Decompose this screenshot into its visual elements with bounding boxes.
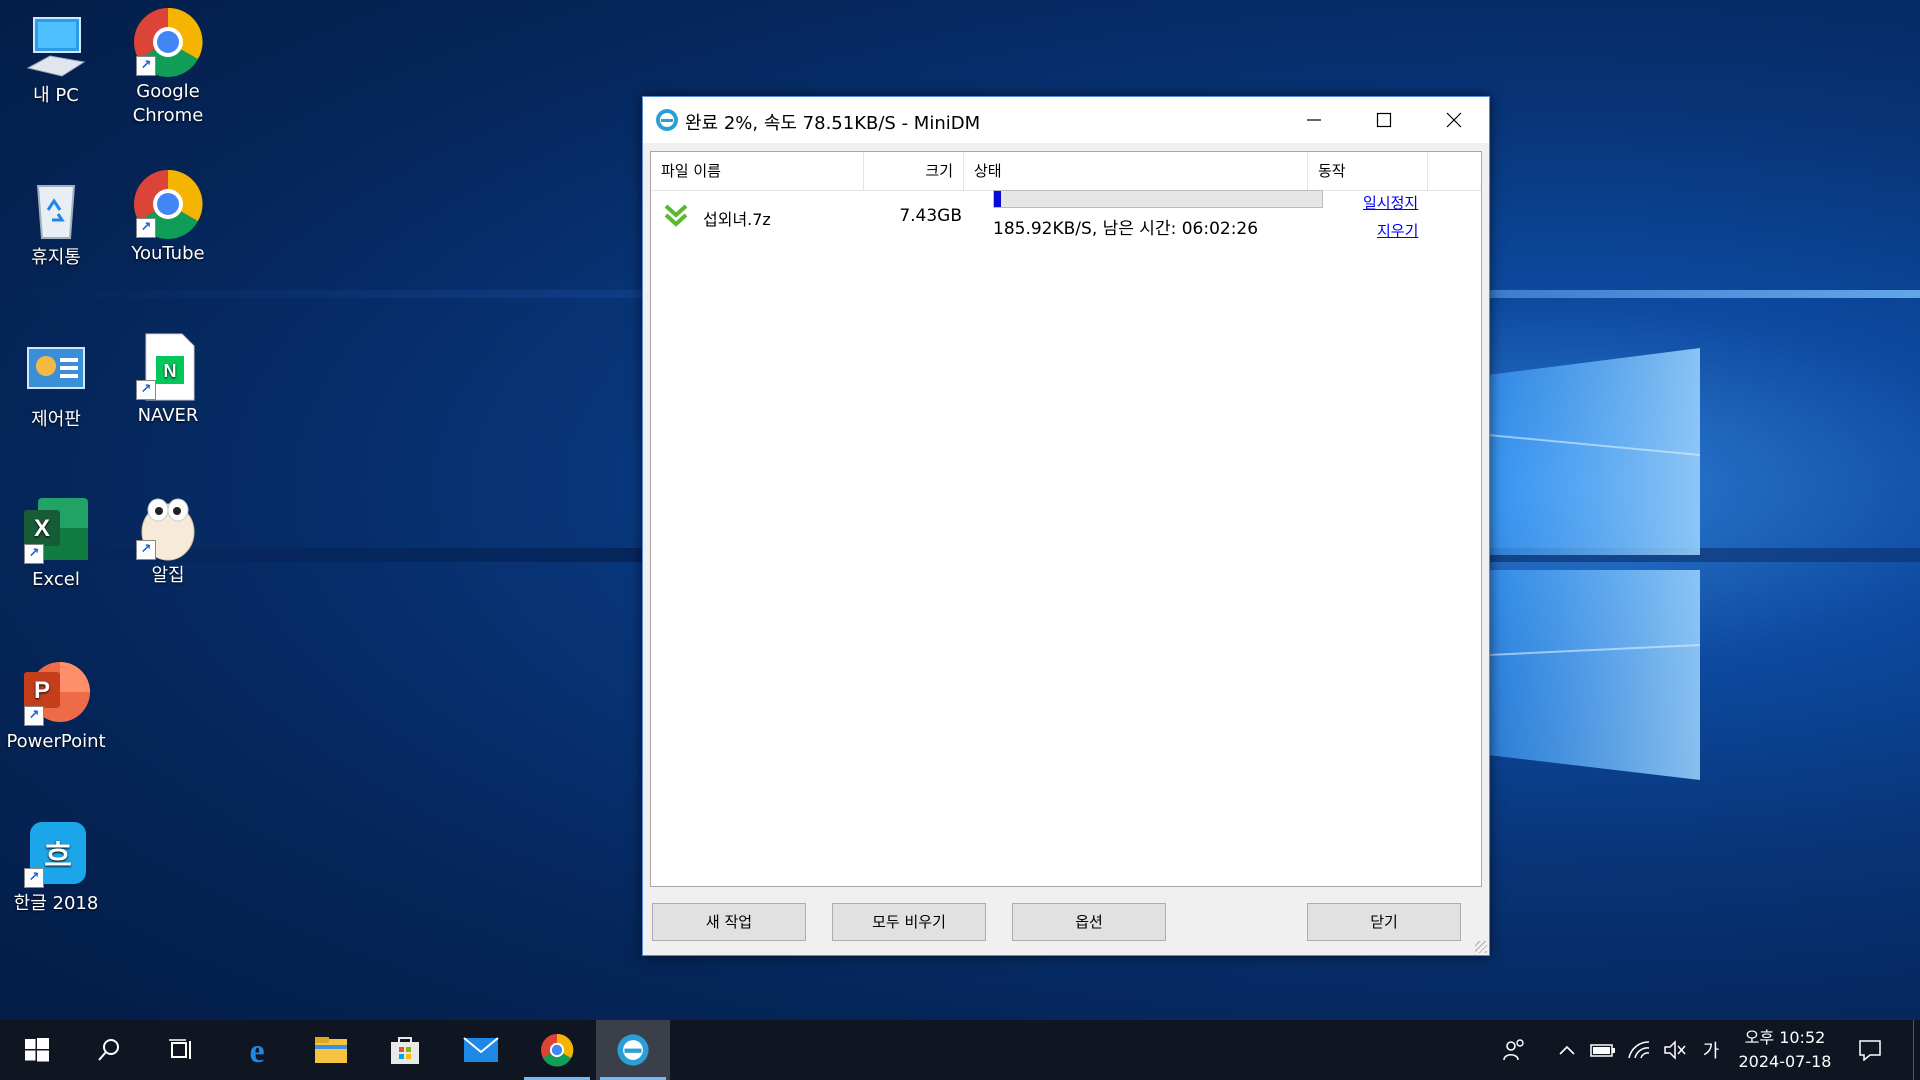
taskbar: e 가 오후 10:52 2024-07-18	[0, 1020, 1920, 1080]
excel-icon: X ↗	[20, 494, 92, 566]
svg-text:e: e	[249, 1033, 264, 1067]
maximize-button[interactable]	[1349, 97, 1419, 143]
shortcut-arrow-icon: ↗	[24, 706, 44, 726]
close-window-button[interactable]	[1419, 97, 1489, 143]
minidm-window[interactable]: 완료 2%, 속도 78.51KB/S - MiniDM 파일 이름 크기 상태…	[642, 96, 1490, 956]
chrome-icon: ↗	[132, 168, 204, 240]
volume-muted-icon	[1664, 1040, 1686, 1060]
shortcut-arrow-icon: ↗	[136, 56, 156, 76]
shortcut-arrow-icon: ↗	[136, 380, 156, 400]
volume-button[interactable]	[1658, 1020, 1692, 1080]
clock[interactable]: 오후 10:52 2024-07-18	[1730, 1026, 1840, 1074]
search-icon	[98, 1039, 119, 1061]
file-name: 섭외녀.7z	[703, 210, 771, 229]
chevron-up-icon	[1559, 1045, 1575, 1055]
battery-icon	[1590, 1044, 1615, 1057]
chrome-icon	[540, 1033, 574, 1067]
title-bar[interactable]: 완료 2%, 속도 78.51KB/S - MiniDM	[643, 97, 1489, 143]
taskbar-store[interactable]	[368, 1020, 442, 1080]
battery-button[interactable]	[1586, 1020, 1620, 1080]
download-progress-bar	[993, 190, 1323, 208]
column-header-filename[interactable]: 파일 이름	[651, 152, 864, 190]
control-panel-icon	[20, 334, 92, 406]
file-size: 7.43GB	[899, 206, 962, 226]
delete-link[interactable]: 지우기	[1377, 220, 1418, 241]
hangul-icon: 흐 ↗	[20, 818, 92, 890]
maximize-icon	[1376, 112, 1392, 128]
close-button[interactable]: 닫기	[1307, 903, 1461, 941]
minimize-button[interactable]	[1279, 97, 1349, 143]
clock-date: 2024-07-18	[1738, 1052, 1832, 1071]
folder-icon	[315, 1037, 347, 1063]
start-button[interactable]	[0, 1020, 74, 1080]
windows-start-icon	[25, 1038, 49, 1062]
desktop-icon-recycle-bin[interactable]: 휴지통	[2, 172, 110, 270]
progress-fill	[994, 191, 1001, 207]
pause-link[interactable]: 일시정지	[1363, 192, 1418, 213]
alzip-mascot-icon: ↗	[132, 490, 204, 562]
edge-icon: e	[249, 1033, 264, 1067]
desktop-icon-powerpoint[interactable]: P ↗ PowerPoint	[2, 656, 110, 754]
task-view-icon	[169, 1039, 191, 1059]
desktop-icon-control-panel[interactable]: 제어판	[2, 334, 110, 432]
shortcut-arrow-icon: ↗	[24, 868, 44, 888]
desktop-icon-youtube[interactable]: ↗ YouTube	[114, 168, 222, 266]
recycle-bin-icon	[20, 172, 92, 244]
desktop-icon-google-chrome[interactable]: ↗ Google Chrome	[114, 6, 222, 128]
mail-icon	[463, 1037, 499, 1062]
shortcut-arrow-icon: ↗	[136, 218, 156, 238]
ime-indicator[interactable]: 가	[1694, 1020, 1728, 1080]
wifi-icon	[1628, 1041, 1650, 1059]
taskbar-chrome[interactable]	[520, 1020, 594, 1080]
computer-icon	[20, 10, 92, 82]
taskbar-minidm[interactable]	[596, 1020, 670, 1080]
naver-icon: N ↗	[132, 330, 204, 402]
desktop-icon-excel[interactable]: X ↗ Excel	[2, 494, 110, 592]
column-header-size[interactable]: 크기	[864, 152, 964, 190]
desktop-icon-my-pc[interactable]: 내 PC	[2, 10, 110, 108]
list-item[interactable]: 섭외녀.7z 7.43GB 185.92KB/S, 남은 시간: 06:02:2…	[651, 190, 1481, 262]
network-button[interactable]	[1622, 1020, 1656, 1080]
taskbar-file-explorer[interactable]	[294, 1020, 368, 1080]
download-list[interactable]: 파일 이름 크기 상태 동작 섭외녀.7z 7.43GB 185.92KB/S,…	[650, 151, 1482, 887]
notification-icon	[1859, 1040, 1881, 1061]
people-icon	[1503, 1039, 1524, 1061]
task-view-button[interactable]	[144, 1020, 218, 1080]
show-hidden-icons-button[interactable]	[1550, 1020, 1584, 1080]
svg-text:X: X	[34, 515, 50, 542]
download-arrow-icon	[663, 202, 689, 233]
download-status-text: 185.92KB/S, 남은 시간: 06:02:26	[993, 219, 1259, 239]
desktop-icon-hangul-2018[interactable]: 흐 ↗ 한글 2018	[2, 818, 110, 916]
search-button[interactable]	[72, 1020, 146, 1080]
window-title: 완료 2%, 속도 78.51KB/S - MiniDM	[685, 113, 981, 134]
resize-grip[interactable]	[1475, 941, 1487, 953]
chrome-icon: ↗	[132, 6, 204, 78]
new-task-button[interactable]: 새 작업	[652, 903, 806, 941]
windows-logo-wallpaper	[1488, 348, 1701, 780]
desktop-icon-naver[interactable]: N ↗ NAVER	[114, 330, 222, 428]
action-center-button[interactable]	[1846, 1020, 1894, 1080]
clock-time: 오후 10:52	[1744, 1028, 1826, 1047]
svg-text:흐: 흐	[44, 839, 72, 874]
close-icon	[1446, 112, 1462, 128]
svg-text:P: P	[34, 677, 50, 704]
clear-all-button[interactable]: 모두 비우기	[832, 903, 986, 941]
minidm-app-icon	[655, 108, 679, 136]
shortcut-arrow-icon: ↗	[24, 544, 44, 564]
minimize-icon	[1307, 119, 1321, 121]
shortcut-arrow-icon: ↗	[136, 540, 156, 560]
minidm-app-icon	[617, 1034, 649, 1066]
store-icon	[391, 1037, 419, 1064]
list-header: 파일 이름 크기 상태 동작	[651, 152, 1481, 191]
desktop-icon-alzip[interactable]: ↗ 알집	[114, 490, 222, 588]
options-button[interactable]: 옵션	[1012, 903, 1166, 941]
powerpoint-icon: P ↗	[20, 656, 92, 728]
people-button[interactable]	[1494, 1020, 1534, 1080]
show-desktop-button[interactable]	[1913, 1020, 1920, 1080]
svg-text:N: N	[164, 361, 177, 381]
taskbar-mail[interactable]	[444, 1020, 518, 1080]
column-header-action[interactable]: 동작	[1308, 152, 1428, 190]
taskbar-edge[interactable]: e	[220, 1020, 294, 1080]
column-header-status[interactable]: 상태	[964, 152, 1308, 190]
